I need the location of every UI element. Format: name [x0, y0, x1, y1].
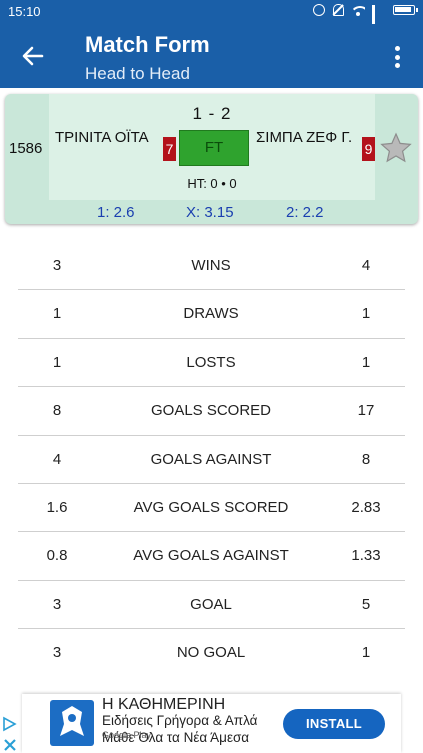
- stat-label: AVG GOALS AGAINST: [133, 547, 289, 565]
- match-details: 1 - 2 ΤΡΙΝΙΤΑ ΟΪΤΑ 7 FT ΣΙΜΠΑ ΖΕΦ Γ. 9 H…: [49, 94, 375, 200]
- stat-away-value: 1.33: [351, 547, 381, 565]
- stat-label: DRAWS: [183, 305, 239, 323]
- odds-away: 2: 2.2: [286, 204, 324, 221]
- ad-choices-icon: [3, 716, 17, 751]
- stat-away-value: 1: [361, 353, 371, 371]
- stat-row: 3 NO GOAL 1: [18, 629, 405, 677]
- odds-draw: X: 3.15: [186, 204, 234, 221]
- stat-home-value: 3: [52, 644, 62, 662]
- stat-away-value: 17: [357, 402, 375, 420]
- stat-row: 1 LOSTS 1: [18, 339, 405, 388]
- stat-row: 4 GOALS AGAINST 8: [18, 436, 405, 484]
- match-id: 1586: [9, 140, 43, 157]
- match-card[interactable]: 1586 1 - 2 ΤΡΙΝΙΤΑ ΟΪΤΑ 7 FT ΣΙΜΠΑ ΖΕΦ Γ…: [5, 94, 418, 224]
- status-time: 15:10: [8, 4, 41, 19]
- stat-home-value: 0.8: [46, 547, 68, 565]
- ad-store-label: Google Play: [102, 730, 152, 740]
- ad-app-logo: [50, 700, 94, 746]
- stat-home-value: 1.6: [46, 498, 68, 516]
- stat-home-value: 1: [52, 305, 62, 323]
- stat-label: LOSTS: [186, 353, 236, 371]
- stat-row: 3 GOAL 5: [18, 581, 405, 630]
- alarm-icon: [313, 4, 325, 16]
- stat-label: GOALS SCORED: [150, 402, 272, 420]
- ad-choices[interactable]: [0, 715, 22, 753]
- ad-banner[interactable]: Η ΚΑΘΗΜΕΡΙΝΗ Ειδήσεις Γρήγορα & Απλά Μάθ…: [22, 694, 401, 753]
- match-score: 1 - 2: [192, 104, 232, 123]
- mute-icon: [332, 4, 344, 16]
- stat-away-value: 8: [361, 450, 371, 468]
- away-team-name: ΣΙΜΠΑ ΖΕΦ Γ.: [256, 129, 353, 146]
- odds-home: 1: 2.6: [97, 204, 135, 221]
- stat-away-value: 2.83: [351, 498, 381, 516]
- stat-home-value: 8: [52, 402, 62, 420]
- stat-label: AVG GOALS SCORED: [133, 498, 289, 516]
- stat-row: 1.6 AVG GOALS SCORED 2.83: [18, 484, 405, 533]
- home-rank-badge: 7: [163, 137, 176, 161]
- star-icon: [380, 132, 412, 163]
- stat-row: 0.8 AVG GOALS AGAINST 1.33: [18, 532, 405, 581]
- status-icons: [313, 4, 418, 32]
- status-bar: 15:10: [0, 0, 423, 32]
- head-to-head-stats: 3 WINS 4 1 DRAWS 1 1 LOSTS 1 8 GOALS SCO…: [18, 242, 405, 678]
- more-options-button[interactable]: [385, 44, 409, 70]
- battery-icon: [393, 5, 418, 15]
- stat-away-value: 4: [361, 257, 371, 274]
- app-logo-icon: [60, 706, 84, 736]
- stat-label: GOAL: [190, 595, 232, 613]
- install-button[interactable]: INSTALL: [283, 709, 385, 739]
- stat-home-value: 3: [52, 257, 62, 274]
- home-team-name: ΤΡΙΝΙΤΑ ΟΪΤΑ: [55, 129, 149, 146]
- stat-row: 8 GOALS SCORED 17: [18, 387, 405, 436]
- halftime-score: HT: 0 • 0: [187, 176, 237, 191]
- stat-row: 3 WINS 4: [18, 242, 405, 291]
- away-rank-badge: 9: [362, 137, 375, 161]
- back-button[interactable]: [18, 41, 48, 71]
- stat-home-value: 4: [52, 450, 62, 468]
- ad-text: Ειδήσεις Γρήγορα & Απλά Μάθε Όλα τα Νέα …: [102, 713, 258, 745]
- stat-home-value: 3: [52, 595, 62, 613]
- arrow-left-icon: [22, 46, 44, 66]
- stat-label: NO GOAL: [176, 644, 246, 662]
- stat-away-value: 1: [361, 305, 371, 323]
- stat-away-value: 1: [361, 644, 371, 662]
- stat-label: GOALS AGAINST: [150, 450, 272, 468]
- wifi-icon: [351, 4, 365, 16]
- stat-home-value: 1: [52, 353, 62, 371]
- stat-label: WINS: [191, 257, 231, 274]
- match-status-badge: FT: [179, 130, 249, 166]
- more-vert-icon: [394, 46, 400, 51]
- page-subtitle: Head to Head: [85, 64, 190, 83]
- stat-away-value: 5: [361, 595, 371, 613]
- app-bar: Match Form Head to Head: [0, 24, 423, 88]
- favorite-button[interactable]: [380, 132, 412, 164]
- stat-row: 1 DRAWS 1: [18, 290, 405, 339]
- page-title: Match Form: [85, 32, 210, 57]
- signal-icon: [372, 4, 386, 32]
